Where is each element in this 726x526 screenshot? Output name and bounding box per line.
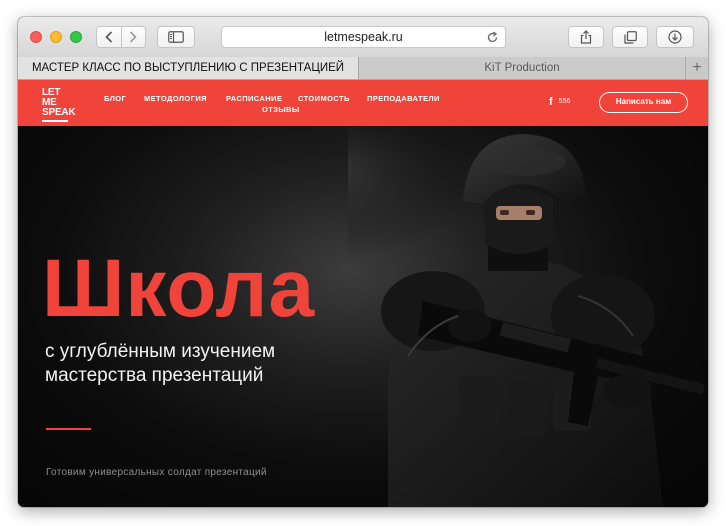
tab-inactive[interactable]: KiT Production (359, 57, 685, 79)
history-nav-group (96, 26, 146, 48)
downloads-button[interactable] (656, 26, 694, 48)
tabs-icon (623, 30, 637, 44)
chevron-left-icon (105, 31, 112, 43)
browser-window: letmespeak.ru МАСТЕР КЛАСС ПО ВЫСТУПЛЕНИ… (18, 17, 708, 507)
site-logo[interactable]: LET ME SPEAK (42, 88, 76, 122)
logo-line-2: SPEAK (42, 107, 76, 118)
tab-label: KiT Production (484, 62, 560, 74)
hero-divider (46, 428, 91, 430)
tab-bar: МАСТЕР КЛАСС ПО ВЫСТУПЛЕНИЮ С ПРЕЗЕНТАЦИ… (18, 57, 708, 80)
nav-item-teachers[interactable]: ПРЕПОДАВАТЕЛИ (367, 93, 440, 104)
hero-subtitle-line-1: с углублённым изучением (45, 341, 276, 362)
share-button[interactable] (568, 26, 604, 48)
hero-tagline: Готовим универсальных солдат презентаций (46, 467, 267, 478)
hero-subtitle: с углублённым изучением мастерства презе… (45, 340, 345, 388)
logo-underline (42, 120, 68, 122)
site-header: LET ME SPEAK БЛОГ МЕТОДОЛОГИЯ РАСПИСАНИЕ… (18, 80, 708, 126)
facebook-count: 556 (558, 98, 571, 105)
nav-item-blog[interactable]: БЛОГ (104, 93, 126, 104)
download-icon (668, 30, 682, 44)
forward-button[interactable] (120, 27, 146, 47)
social-facebook[interactable]: f 556 (549, 96, 570, 108)
hero-subtitle-line-2: мастерства презентаций (45, 365, 264, 386)
url-text: letmespeak.ru (324, 30, 403, 44)
soldier-illustration (348, 126, 705, 507)
write-us-button[interactable]: Написать нам (599, 92, 688, 113)
minimize-window-button[interactable] (50, 31, 62, 43)
nav-item-reviews[interactable]: ОТЗЫВЫ (262, 104, 300, 115)
logo-line-1: LET ME (42, 87, 61, 108)
new-tab-button[interactable]: + (685, 57, 708, 79)
nav-item-schedule[interactable]: РАСПИСАНИЕ (226, 93, 282, 104)
sidebar-icon (168, 31, 184, 43)
sidebar-toggle-button[interactable] (157, 26, 195, 48)
tabs-overview-button[interactable] (612, 26, 648, 48)
chevron-right-icon (130, 31, 137, 43)
nav-item-pricing[interactable]: СТОИМОСТЬ (298, 93, 350, 104)
hero-title: Школа (42, 243, 316, 334)
tab-active[interactable]: МАСТЕР КЛАСС ПО ВЫСТУПЛЕНИЮ С ПРЕЗЕНТАЦИ… (18, 57, 359, 79)
browser-toolbar: letmespeak.ru (18, 17, 708, 58)
maximize-window-button[interactable] (70, 31, 82, 43)
address-bar[interactable]: letmespeak.ru (221, 26, 506, 48)
close-window-button[interactable] (30, 31, 42, 43)
facebook-icon: f (549, 96, 553, 108)
nav-item-methodology[interactable]: МЕТОДОЛОГИЯ (144, 93, 207, 104)
reload-icon[interactable] (486, 31, 499, 44)
hero-section: Школа с углублённым изучением мастерства… (18, 126, 708, 507)
tab-label: МАСТЕР КЛАСС ПО ВЫСТУПЛЕНИЮ С ПРЕЗЕНТАЦИ… (31, 62, 345, 74)
back-button[interactable] (97, 27, 121, 47)
share-icon (580, 30, 592, 44)
